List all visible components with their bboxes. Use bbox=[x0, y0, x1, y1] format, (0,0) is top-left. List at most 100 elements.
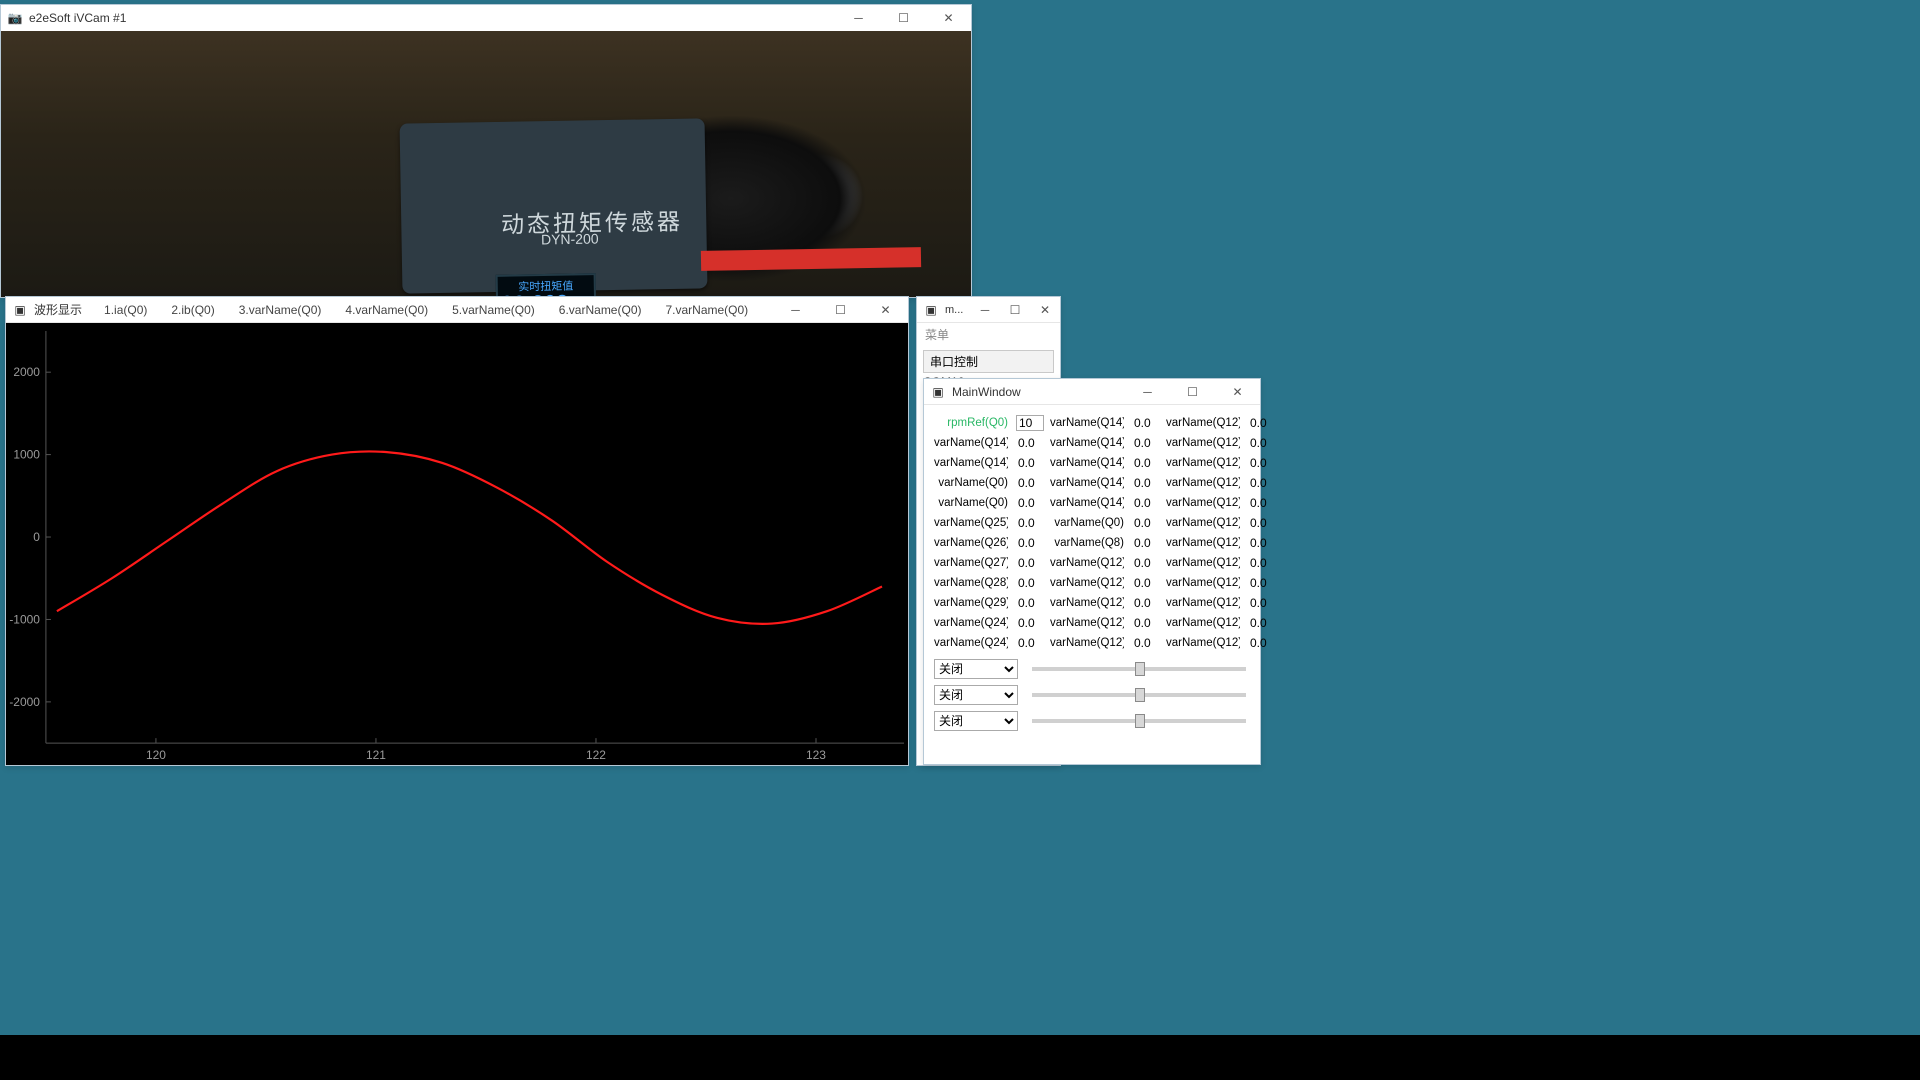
var-value: 0.0 bbox=[1248, 496, 1274, 510]
mini-titlebar[interactable]: ▣ m... ─ ☐ ✕ bbox=[917, 297, 1060, 323]
var-value: 0.0 bbox=[1248, 456, 1274, 470]
wave-title: 波形显示 bbox=[34, 301, 82, 318]
var-name: varName(Q14) bbox=[1050, 497, 1124, 509]
var-value: 0.0 bbox=[1132, 456, 1158, 470]
waveform-plot[interactable]: -2000-1000010002000120121122123 bbox=[6, 323, 908, 765]
var-value: 0.0 bbox=[1248, 436, 1274, 450]
var-value: 0.0 bbox=[1248, 516, 1274, 530]
var-value: 0.0 bbox=[1016, 576, 1042, 590]
variable-grid: rpmRef(Q0)varName(Q14)0.0varName(Q12)0.0… bbox=[934, 413, 1252, 653]
wave-tab-2[interactable]: 2.ib(Q0) bbox=[159, 298, 226, 322]
minimize-button[interactable]: ─ bbox=[773, 297, 818, 323]
app-icon: ▣ bbox=[923, 302, 939, 318]
select-row: 关闭 bbox=[934, 659, 1252, 679]
var-value: 0.0 bbox=[1016, 476, 1042, 490]
slider-1[interactable] bbox=[1032, 667, 1246, 671]
var-row: varName(Q28)0.0varName(Q12)0.0varName(Q1… bbox=[934, 573, 1252, 593]
var-name: varName(Q14) bbox=[1050, 437, 1124, 449]
slider-2[interactable] bbox=[1032, 693, 1246, 697]
mode-select-2[interactable]: 关闭 bbox=[934, 685, 1018, 705]
var-name: varName(Q12) bbox=[1166, 637, 1240, 649]
var-value: 0.0 bbox=[1248, 576, 1274, 590]
waveform-titlebar[interactable]: ▣ 波形显示 1.ia(Q0)2.ib(Q0)3.varName(Q0)4.va… bbox=[6, 297, 908, 323]
rig-red-plate bbox=[701, 247, 921, 271]
var-name: varName(Q24) bbox=[934, 637, 1008, 649]
var-name: varName(Q12) bbox=[1050, 557, 1124, 569]
var-name: varName(Q0) bbox=[934, 477, 1008, 489]
maximize-button[interactable]: ☐ bbox=[1000, 297, 1030, 323]
slider-thumb[interactable] bbox=[1135, 688, 1145, 702]
close-button[interactable]: ✕ bbox=[1030, 297, 1060, 323]
var-row: varName(Q29)0.0varName(Q12)0.0varName(Q1… bbox=[934, 593, 1252, 613]
minimize-button[interactable]: ─ bbox=[1125, 379, 1170, 405]
var-value: 0.0 bbox=[1132, 536, 1158, 550]
var-row: varName(Q14)0.0varName(Q14)0.0varName(Q1… bbox=[934, 453, 1252, 473]
var-value: 0.0 bbox=[1248, 476, 1274, 490]
var-name: varName(Q12) bbox=[1050, 577, 1124, 589]
ivcam-title: e2eSoft iVCam #1 bbox=[29, 11, 126, 25]
mainw-titlebar[interactable]: ▣ MainWindow ─ ☐ ✕ bbox=[924, 379, 1260, 405]
wave-tab-5[interactable]: 5.varName(Q0) bbox=[440, 298, 547, 322]
close-button[interactable]: ✕ bbox=[863, 297, 908, 323]
wave-tab-7[interactable]: 7.varName(Q0) bbox=[653, 298, 760, 322]
var-value: 0.0 bbox=[1132, 576, 1158, 590]
close-button[interactable]: ✕ bbox=[926, 5, 971, 31]
minimize-button[interactable]: ─ bbox=[970, 297, 1000, 323]
svg-text:123: 123 bbox=[806, 748, 826, 762]
var-name: varName(Q12) bbox=[1166, 477, 1240, 489]
svg-text:122: 122 bbox=[586, 748, 606, 762]
var-value-input[interactable] bbox=[1016, 415, 1044, 431]
mode-select-3[interactable]: 关闭 bbox=[934, 711, 1018, 731]
slider-thumb[interactable] bbox=[1135, 662, 1145, 676]
var-value: 0.0 bbox=[1132, 436, 1158, 450]
var-value: 0.0 bbox=[1016, 516, 1042, 530]
bottom-black-bar bbox=[0, 1035, 1920, 1080]
slider-3[interactable] bbox=[1032, 719, 1246, 723]
main-window: ▣ MainWindow ─ ☐ ✕ rpmRef(Q0)varName(Q14… bbox=[923, 378, 1261, 765]
mini-menu[interactable]: 菜单 bbox=[917, 323, 1060, 346]
mode-select-1[interactable]: 关闭 bbox=[934, 659, 1018, 679]
close-button[interactable]: ✕ bbox=[1215, 379, 1260, 405]
var-name: varName(Q12) bbox=[1166, 597, 1240, 609]
var-row: varName(Q0)0.0varName(Q14)0.0varName(Q12… bbox=[934, 493, 1252, 513]
serial-control-header: 串口控制 bbox=[923, 350, 1054, 373]
wave-tab-4[interactable]: 4.varName(Q0) bbox=[333, 298, 440, 322]
wave-tab-6[interactable]: 6.varName(Q0) bbox=[547, 298, 654, 322]
var-name: varName(Q12) bbox=[1050, 637, 1124, 649]
wave-tab-1[interactable]: 1.ia(Q0) bbox=[92, 298, 159, 322]
slider-thumb[interactable] bbox=[1135, 714, 1145, 728]
select-row: 关闭 bbox=[934, 711, 1252, 731]
var-name: varName(Q12) bbox=[1166, 417, 1240, 429]
minimize-button[interactable]: ─ bbox=[836, 5, 881, 31]
var-name: varName(Q0) bbox=[1050, 517, 1124, 529]
ivcam-titlebar[interactable]: 📷 e2eSoft iVCam #1 ─ ☐ ✕ bbox=[1, 5, 971, 31]
var-name: varName(Q0) bbox=[934, 497, 1008, 509]
var-value: 0.0 bbox=[1132, 596, 1158, 610]
var-name: varName(Q14) bbox=[1050, 477, 1124, 489]
waveform-window: ▣ 波形显示 1.ia(Q0)2.ib(Q0)3.varName(Q0)4.va… bbox=[5, 296, 909, 766]
maximize-button[interactable]: ☐ bbox=[818, 297, 863, 323]
sensor-device bbox=[400, 118, 708, 293]
var-name: varName(Q14) bbox=[1050, 417, 1124, 429]
var-value: 0.0 bbox=[1016, 496, 1042, 510]
mini-title: m... bbox=[945, 304, 963, 316]
svg-text:120: 120 bbox=[146, 748, 166, 762]
sensor-lcd: 实时扭矩值 00.208N.m bbox=[496, 273, 597, 297]
maximize-button[interactable]: ☐ bbox=[881, 5, 926, 31]
var-value: 0.0 bbox=[1248, 636, 1274, 650]
var-row: varName(Q25)0.0varName(Q0)0.0varName(Q12… bbox=[934, 513, 1252, 533]
var-name: varName(Q29) bbox=[934, 597, 1008, 609]
maximize-button[interactable]: ☐ bbox=[1170, 379, 1215, 405]
var-name: varName(Q28) bbox=[934, 577, 1008, 589]
ivcam-window: 📷 e2eSoft iVCam #1 ─ ☐ ✕ 动态扭矩传感器 DYN-200… bbox=[0, 4, 972, 298]
var-value: 0.0 bbox=[1132, 496, 1158, 510]
var-value: 0.0 bbox=[1132, 516, 1158, 530]
var-value: 0.0 bbox=[1016, 596, 1042, 610]
var-name: varName(Q27) bbox=[934, 557, 1008, 569]
wave-tab-3[interactable]: 3.varName(Q0) bbox=[227, 298, 334, 322]
var-value: 0.0 bbox=[1016, 536, 1042, 550]
mainw-title: MainWindow bbox=[952, 385, 1021, 399]
var-row: varName(Q0)0.0varName(Q14)0.0varName(Q12… bbox=[934, 473, 1252, 493]
series-ia(Q0) bbox=[57, 451, 882, 623]
var-value: 0.0 bbox=[1248, 416, 1274, 430]
